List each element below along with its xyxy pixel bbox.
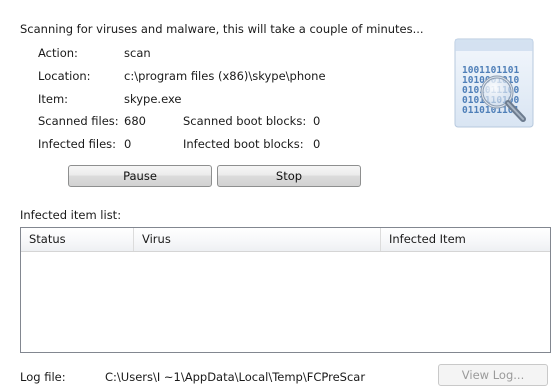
log-file-label: Log file:: [20, 370, 66, 384]
action-value: scan: [124, 46, 151, 60]
log-file-path: C:\Users\I ~1\AppData\Local\Temp\FCPreSc…: [105, 370, 366, 384]
view-log-button[interactable]: View Log...: [438, 364, 548, 386]
infected-item-list[interactable]: Status Virus Infected Item: [20, 227, 551, 353]
pause-button[interactable]: Pause: [68, 165, 212, 187]
scan-status-message: Scanning for viruses and malware, this w…: [20, 22, 424, 36]
list-header: Status Virus Infected Item: [21, 228, 550, 252]
column-header-virus[interactable]: Virus: [134, 228, 381, 251]
scanned-boot-blocks-label: Scanned boot blocks:: [183, 114, 307, 128]
scanned-files-value: 680: [124, 114, 146, 128]
scanned-files-label: Scanned files:: [38, 114, 119, 128]
infected-boot-blocks-value: 0: [313, 137, 321, 151]
action-label: Action:: [38, 46, 78, 60]
scanned-boot-blocks-value: 0: [313, 114, 321, 128]
column-header-infected-item[interactable]: Infected Item: [381, 228, 550, 251]
binary-magnifier-icon: 1001101101101000101001010111000101110100…: [453, 37, 535, 129]
location-value: c:\program files (x86)\skype\phone: [124, 69, 326, 83]
item-label: Item:: [38, 92, 69, 106]
infected-boot-blocks-label: Infected boot blocks:: [183, 137, 304, 151]
infected-files-label: Infected files:: [38, 137, 117, 151]
infected-list-label: Infected item list:: [20, 208, 122, 222]
item-value: skype.exe: [124, 92, 182, 106]
column-header-status[interactable]: Status: [21, 228, 134, 251]
scan-dialog: Scanning for viruses and malware, this w…: [0, 0, 554, 392]
location-label: Location:: [38, 69, 91, 83]
infected-files-value: 0: [124, 137, 132, 151]
stop-button[interactable]: Stop: [217, 165, 361, 187]
